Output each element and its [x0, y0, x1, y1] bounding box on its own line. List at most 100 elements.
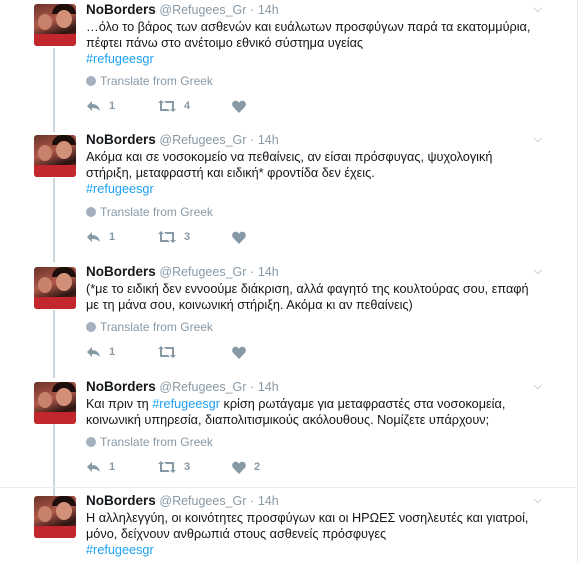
reply-button[interactable]: 1: [86, 229, 115, 245]
tweet-header: NoBorders @Refugees_Gr · 14h: [86, 379, 279, 395]
separator: ·: [250, 494, 255, 508]
tweet-text: Ακόμα και σε νοσοκομείο να πεθαίνεις, αν…: [86, 149, 542, 197]
separator: ·: [250, 133, 255, 147]
reply-button[interactable]: 1: [86, 459, 115, 475]
reply-icon: [87, 101, 100, 112]
tweet-text: Η αλληλεγγύη, οι κοινότητες προσφύγων κα…: [86, 510, 542, 558]
tweet-text-line: πέφτει πάνω στο ανέτοιμο εθνικό σύστημα …: [86, 36, 364, 50]
tweet-text-line: …όλο το βάρος των ασθενών και ευάλωτων π…: [86, 20, 531, 34]
retweet-icon: [158, 346, 176, 359]
hashtag-link[interactable]: #refugeesgr: [86, 542, 542, 558]
tweet-feed: NoBorders @Refugees_Gr · 14h ⌵ …όλο το β…: [0, 0, 578, 563]
reply-count: 1: [109, 346, 116, 359]
reply-button[interactable]: 1: [86, 98, 115, 114]
timestamp[interactable]: 14h: [258, 133, 279, 147]
chevron-down-icon[interactable]: ⌵: [534, 133, 542, 146]
author-name[interactable]: NoBorders: [86, 379, 156, 394]
tweet-text-line: στήριξη, μεταφραστή και ειδική* φροντίδα…: [86, 166, 375, 180]
tweet-header: NoBorders @Refugees_Gr · 14h: [86, 2, 279, 18]
hashtag-link[interactable]: #refugeesgr: [86, 181, 542, 197]
tweet[interactable]: NoBorders @Refugees_Gr · 14h ⌵ Η αλληλεγ…: [0, 488, 576, 563]
retweet-button[interactable]: 3: [158, 229, 190, 245]
translate-link[interactable]: Translate from Greek: [86, 435, 213, 449]
like-button[interactable]: 2: [232, 459, 260, 475]
like-icon: [232, 461, 246, 474]
globe-icon: [86, 76, 96, 86]
like-button[interactable]: [232, 229, 254, 245]
reply-count: 1: [109, 461, 116, 474]
separator: ·: [250, 380, 255, 394]
globe-icon: [86, 322, 96, 332]
tweet-actions: 1 3: [86, 229, 286, 245]
author-handle[interactable]: @Refugees_Gr: [159, 380, 246, 394]
author-handle[interactable]: @Refugees_Gr: [159, 265, 246, 279]
retweet-count: 3: [184, 231, 191, 244]
separator: ·: [250, 3, 255, 17]
author-handle[interactable]: @Refugees_Gr: [159, 133, 246, 147]
avatar[interactable]: [34, 496, 76, 538]
tweet[interactable]: NoBorders @Refugees_Gr · 14h ⌵ Ακόμα και…: [0, 128, 576, 258]
retweet-icon: [158, 100, 176, 113]
tweet-actions: 1 3 2: [86, 459, 286, 475]
tweet-header: NoBorders @Refugees_Gr · 14h: [86, 493, 279, 509]
like-icon: [232, 346, 246, 359]
chevron-down-icon[interactable]: ⌵: [534, 265, 542, 278]
text-segment: Και πριν τη: [86, 397, 153, 411]
chevron-down-icon[interactable]: ⌵: [534, 380, 542, 393]
retweet-button[interactable]: [158, 344, 184, 360]
like-button[interactable]: [232, 98, 254, 114]
reply-icon: [87, 462, 100, 473]
avatar[interactable]: [34, 135, 76, 177]
like-count: 2: [254, 461, 261, 474]
translate-link[interactable]: Translate from Greek: [86, 320, 213, 334]
tweet-text-line: με τη μάνα σου, κοινωνική στήριξη. Ακόμα…: [86, 298, 413, 312]
retweet-icon: [158, 231, 176, 244]
tweet[interactable]: NoBorders @Refugees_Gr · 14h ⌵ Και πριν …: [0, 373, 576, 488]
hashtag-link[interactable]: #refugeesgr: [152, 397, 220, 411]
tweet-text-line: Και πριν τη #refugeesgr κρίση ρωτάγαμε γ…: [86, 396, 542, 412]
author-name[interactable]: NoBorders: [86, 2, 156, 17]
tweet-text-line: (*με το ειδική δεν εννοούμε διάκριση, αλ…: [86, 282, 529, 296]
tweet-header: NoBorders @Refugees_Gr · 14h: [86, 132, 279, 148]
translate-label: Translate from Greek: [100, 205, 213, 219]
tweet-actions: 1 4: [86, 98, 286, 114]
author-name[interactable]: NoBorders: [86, 493, 156, 508]
author-handle[interactable]: @Refugees_Gr: [159, 494, 246, 508]
like-button[interactable]: [232, 344, 254, 360]
globe-icon: [86, 437, 96, 447]
translate-label: Translate from Greek: [100, 320, 213, 334]
retweet-count: 3: [184, 461, 191, 474]
tweet[interactable]: NoBorders @Refugees_Gr · 14h ⌵ …όλο το β…: [0, 0, 576, 128]
tweet-text-line: Η αλληλεγγύη, οι κοινότητες προσφύγων κα…: [86, 511, 529, 525]
tweet-text-line: κοινωνική υπηρεσία, διαπολιτισμικούς ακό…: [86, 413, 490, 427]
author-handle[interactable]: @Refugees_Gr: [159, 3, 246, 17]
chevron-down-icon[interactable]: ⌵: [534, 3, 542, 16]
reply-icon: [87, 232, 100, 243]
timestamp[interactable]: 14h: [258, 3, 279, 17]
author-name[interactable]: NoBorders: [86, 132, 156, 147]
reply-button[interactable]: 1: [86, 344, 115, 360]
translate-link[interactable]: Translate from Greek: [86, 205, 213, 219]
avatar[interactable]: [34, 382, 76, 424]
avatar[interactable]: [34, 4, 76, 46]
timestamp[interactable]: 14h: [258, 265, 279, 279]
retweet-icon: [158, 461, 176, 474]
tweet[interactable]: NoBorders @Refugees_Gr · 14h ⌵ (*με το ε…: [0, 258, 576, 373]
retweet-button[interactable]: 4: [158, 98, 190, 114]
tweet-actions: 1: [86, 344, 286, 360]
tweet-text: (*με το ειδική δεν εννοούμε διάκριση, αλ…: [86, 281, 542, 313]
avatar[interactable]: [34, 267, 76, 309]
separator: ·: [250, 265, 255, 279]
tweet-header: NoBorders @Refugees_Gr · 14h: [86, 264, 279, 280]
timestamp[interactable]: 14h: [258, 494, 279, 508]
reply-count: 1: [109, 100, 116, 113]
hashtag-link[interactable]: #refugeesgr: [86, 51, 542, 67]
translate-link[interactable]: Translate from Greek: [86, 74, 213, 88]
tweet-text-line: Ακόμα και σε νοσοκομείο να πεθαίνεις, αν…: [86, 150, 493, 164]
timestamp[interactable]: 14h: [258, 380, 279, 394]
author-name[interactable]: NoBorders: [86, 264, 156, 279]
text-segment: κρίση ρωτάγαμε για μεταφραστές στα νοσοκ…: [219, 397, 506, 411]
chevron-down-icon[interactable]: ⌵: [534, 494, 542, 507]
retweet-button[interactable]: 3: [158, 459, 190, 475]
translate-label: Translate from Greek: [100, 74, 213, 88]
